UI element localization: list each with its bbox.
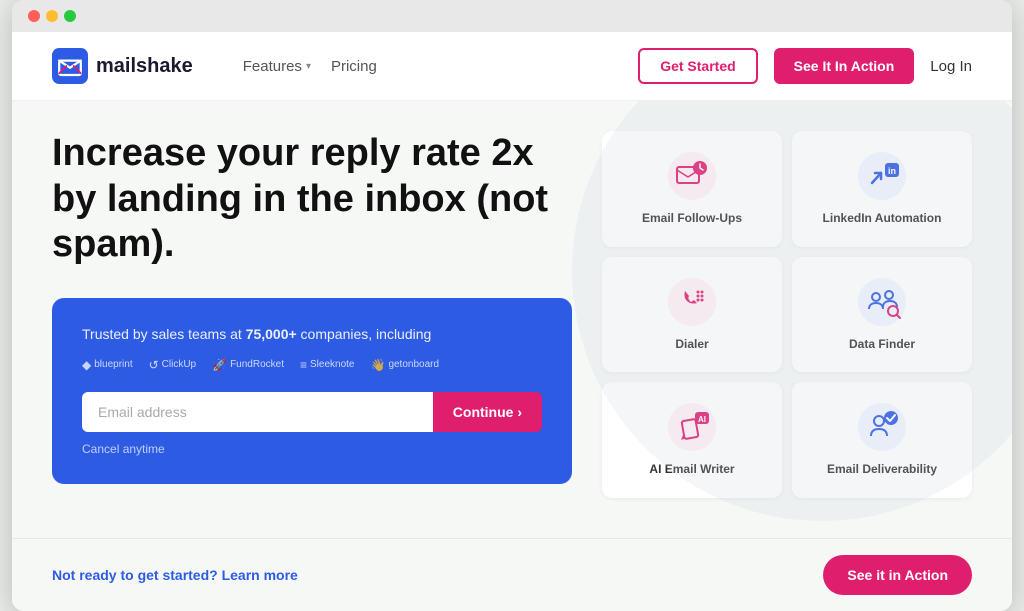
company-logo-clickup: ↺ ClickUp <box>149 358 197 372</box>
navbar: mailshake Features ▾ Pricing Get Started… <box>12 32 1012 101</box>
company-logo-getonboard: 👋 getonboard <box>370 358 439 372</box>
company-logo-sleeknote: ≡ Sleeknote <box>300 358 355 372</box>
main-area: Increase your reply rate 2x by landing i… <box>12 101 1012 538</box>
logo-area: mailshake <box>52 48 193 84</box>
linkedin-icon: in <box>857 151 907 201</box>
company-logo-fundrocket: 🚀 FundRocket <box>212 358 284 372</box>
get-started-button[interactable]: Get Started <box>638 48 757 84</box>
email-input[interactable] <box>82 392 433 432</box>
nav-links: Features ▾ Pricing <box>243 58 608 75</box>
feature-label-ai-writer: AI Email Writer <box>649 462 734 478</box>
cta-box: Trusted by sales teams at 75,000+ compan… <box>52 298 572 484</box>
svg-text:AI: AI <box>698 415 706 424</box>
feature-label-email-followups: Email Follow-Ups <box>642 211 742 227</box>
minimize-dot[interactable] <box>46 10 58 22</box>
page-content: mailshake Features ▾ Pricing Get Started… <box>12 32 1012 611</box>
feature-cards-grid: Email Follow-Ups in LinkedIn Automation <box>602 131 972 498</box>
close-dot[interactable] <box>28 10 40 22</box>
feature-label-dialer: Dialer <box>675 337 708 353</box>
data-finder-icon <box>857 277 907 327</box>
email-deliverability-icon <box>857 402 907 452</box>
feature-card-dialer[interactable]: Dialer <box>602 257 782 373</box>
dialer-icon <box>667 277 717 327</box>
not-ready-link[interactable]: Not ready to get started? Learn more <box>52 567 298 583</box>
svg-text:in: in <box>888 166 896 176</box>
trusted-text: Trusted by sales teams at 75,000+ compan… <box>82 326 542 342</box>
logo-text: mailshake <box>96 55 193 78</box>
company-logo-blueprint: ◆ blueprint <box>82 358 133 372</box>
nav-actions: Get Started See It In Action Log In <box>638 48 972 84</box>
company-logos: ◆ blueprint ↺ ClickUp 🚀 FundRocket ≡ <box>82 358 542 372</box>
maximize-dot[interactable] <box>64 10 76 22</box>
login-button[interactable]: Log In <box>930 58 972 75</box>
feature-label-linkedin: LinkedIn Automation <box>823 211 942 227</box>
feature-card-data-finder[interactable]: Data Finder <box>792 257 972 373</box>
feature-label-data-finder: Data Finder <box>849 337 915 353</box>
hero-title: Increase your reply rate 2x by landing i… <box>52 131 572 268</box>
feature-label-deliverability: Email Deliverability <box>827 462 937 478</box>
browser-window: mailshake Features ▾ Pricing Get Started… <box>12 0 1012 611</box>
feature-card-ai-writer[interactable]: AI AI Email Writer <box>602 382 782 498</box>
feature-card-deliverability[interactable]: Email Deliverability <box>792 382 972 498</box>
nav-features[interactable]: Features ▾ <box>243 58 311 75</box>
logo-icon <box>52 48 88 84</box>
continue-button[interactable]: Continue › <box>433 392 542 432</box>
traffic-lights <box>28 10 76 22</box>
footer-bar: Not ready to get started? Learn more See… <box>12 538 1012 611</box>
see-it-in-action-nav-button[interactable]: See It In Action <box>774 48 915 84</box>
left-column: Increase your reply rate 2x by landing i… <box>52 131 572 498</box>
email-form: Continue › <box>82 392 542 432</box>
nav-pricing[interactable]: Pricing <box>331 58 377 75</box>
ai-email-writer-icon: AI <box>667 402 717 452</box>
email-followups-icon <box>667 151 717 201</box>
browser-chrome <box>12 0 1012 32</box>
footer-see-action-button[interactable]: See it in Action <box>823 555 972 595</box>
chevron-down-icon: ▾ <box>306 61 311 72</box>
cancel-text: Cancel anytime <box>82 442 542 456</box>
feature-card-linkedin[interactable]: in LinkedIn Automation <box>792 131 972 247</box>
feature-card-email-followups[interactable]: Email Follow-Ups <box>602 131 782 247</box>
